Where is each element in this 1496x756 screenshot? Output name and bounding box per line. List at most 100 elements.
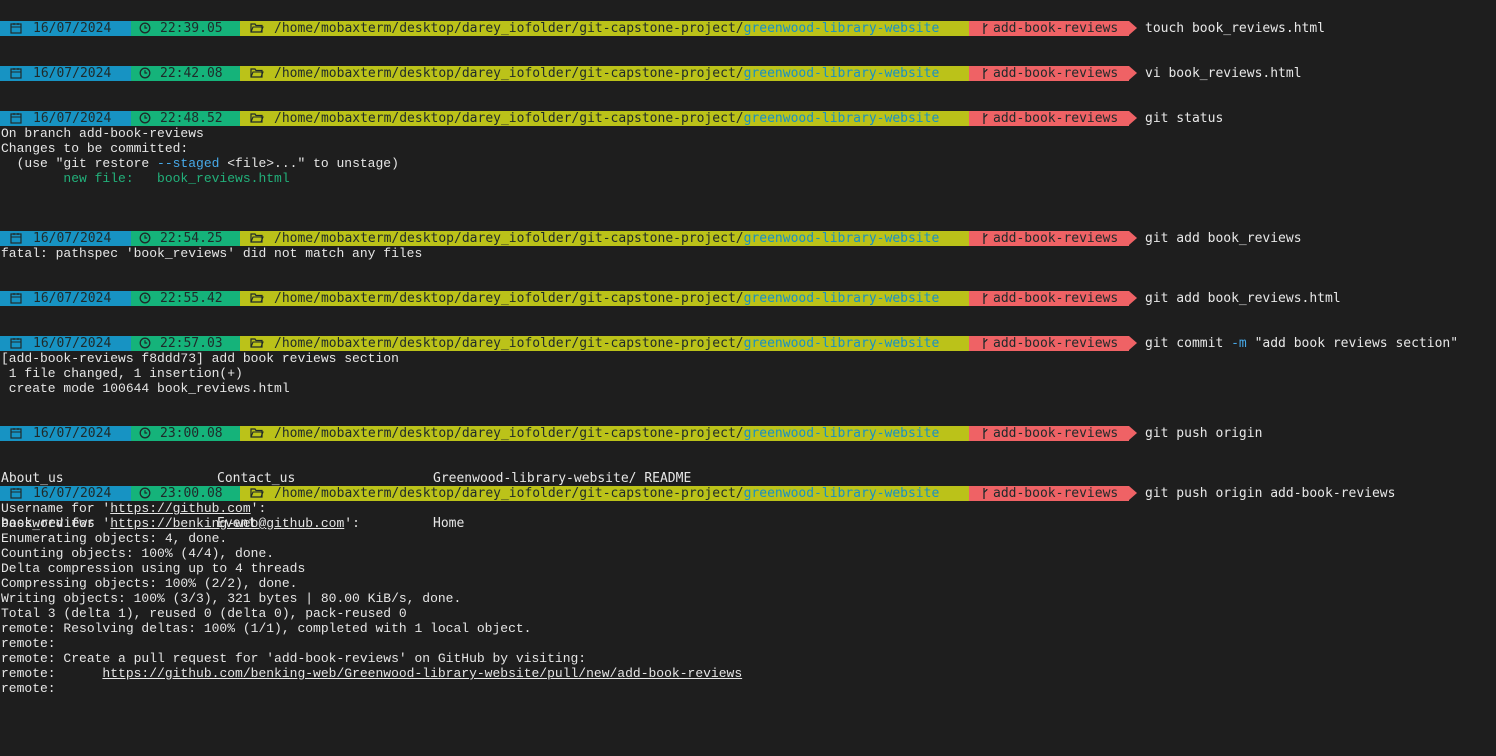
git-branch-icon (980, 232, 988, 245)
prompt-date: 16/07/2024 (33, 336, 112, 351)
prompt-path: /home/mobaxterm/desktop/darey_iofolder/g… (274, 426, 939, 441)
terminal-window[interactable]: 16/07/2024 22:39.05 /home/mobaxterm/desk… (0, 0, 1496, 700)
prompt-date: 16/07/2024 (33, 111, 112, 126)
git-branch-icon (980, 22, 988, 35)
username-line: Username for 'https://github.com': (1, 501, 266, 516)
commit-line: create mode 100644 book_reviews.html (1, 381, 290, 396)
prompt-line: 16/07/2024 22:57.03 /home/mobaxterm/desk… (0, 336, 1496, 351)
prompt-branch: add-book-reviews (993, 66, 1119, 81)
prompt-command: git add book_reviews.html (1145, 291, 1341, 306)
username-prefix: Username for ' (1, 501, 111, 516)
error-line: fatal: pathspec 'book_reviews' did not m… (1, 246, 423, 261)
prompt-date: 16/07/2024 (33, 231, 112, 246)
prompt-date: 16/07/2024 (33, 426, 112, 441)
folder-open-icon (250, 337, 264, 349)
status-line: (use "git restore --staged <file>..." to… (1, 156, 399, 171)
clock-icon (139, 337, 151, 349)
path-current-dir: greenwood-library-website (743, 66, 940, 81)
prompt-command: vi book_reviews.html (1145, 66, 1302, 81)
clock-icon (139, 427, 151, 439)
push-line: Counting objects: 100% (4/4), done. (1, 546, 275, 561)
push-line: remote: (1, 636, 56, 651)
commit-line: [add-book-reviews f8ddd73] add book revi… (1, 351, 399, 366)
path-prefix: /home/mobaxterm/desktop/darey_iofolder/g… (274, 336, 744, 351)
push-line: remote: (1, 681, 56, 696)
prompt-path: /home/mobaxterm/desktop/darey_iofolder/g… (274, 21, 939, 36)
push-line: remote: Resolving deltas: 100% (1/1), co… (1, 621, 532, 636)
prompt-command: git add book_reviews (1145, 231, 1302, 246)
git-status-output: On branch add-book-reviews Changes to be… (1, 126, 399, 186)
calendar-icon (10, 337, 22, 349)
push-line: Enumerating objects: 4, done. (1, 531, 228, 546)
prompt-line: 16/07/2024 23:00.08 /home/mobaxterm/desk… (0, 426, 1496, 441)
path-prefix: /home/mobaxterm/desktop/darey_iofolder/g… (274, 21, 744, 36)
password-line: Password for 'https://benking-web@github… (1, 516, 360, 531)
prompt-line: 16/07/2024 22:48.52 /home/mobaxterm/desk… (0, 111, 1496, 126)
segment-separator (1129, 21, 1137, 35)
path-current-dir: greenwood-library-website (743, 111, 940, 126)
prompt-path: /home/mobaxterm/desktop/darey_iofolder/g… (274, 111, 939, 126)
segment-separator (1129, 66, 1137, 80)
prompt-time: 22:54.25 (160, 231, 223, 246)
prompt-command: git commit -m "add book reviews section" (1145, 336, 1458, 351)
remote-prefix: remote: (1, 666, 103, 681)
prompt-branch: add-book-reviews (993, 111, 1119, 126)
staged-flag: --staged (157, 156, 220, 171)
prompt-branch: add-book-reviews (993, 231, 1119, 246)
calendar-icon (10, 427, 22, 439)
user-github-link[interactable]: https://benking-web@github.com (110, 516, 344, 531)
folder-open-icon (250, 22, 264, 34)
segment-separator (1129, 486, 1137, 500)
clock-icon (139, 232, 151, 244)
prompt-path: /home/mobaxterm/desktop/darey_iofolder/g… (274, 231, 939, 246)
push-line: Delta compression using up to 4 threads (1, 561, 306, 576)
prompt-branch: add-book-reviews (993, 486, 1119, 501)
prompt-line: 16/07/2024 22:39.05 /home/mobaxterm/desk… (0, 21, 1496, 36)
calendar-icon (10, 67, 22, 79)
clock-icon (139, 22, 151, 34)
git-branch-icon (980, 292, 988, 305)
prompt-date: 16/07/2024 (33, 291, 112, 306)
prompt-branch: add-book-reviews (993, 426, 1119, 441)
path-current-dir: greenwood-library-website (743, 231, 940, 246)
clock-icon (139, 112, 151, 124)
git-add-error: fatal: pathspec 'book_reviews' did not m… (1, 246, 422, 261)
prompt-command: git push origin (1145, 426, 1263, 441)
github-link[interactable]: https://github.com (110, 501, 250, 516)
completion-list: About_us Contact_us Greenwood-library-we… (1, 441, 901, 531)
command-text: git commit (1145, 336, 1232, 351)
prompt-branch: add-book-reviews (993, 21, 1119, 36)
folder-open-icon (250, 427, 264, 439)
status-hint-text: <file>..." to unstage) (219, 156, 399, 171)
prompt-time: 22:48.52 (160, 111, 223, 126)
git-branch-icon (980, 112, 988, 125)
username-suffix: ': (250, 501, 267, 516)
git-branch-icon (980, 67, 988, 80)
path-prefix: /home/mobaxterm/desktop/darey_iofolder/g… (274, 231, 744, 246)
calendar-icon (10, 292, 22, 304)
git-branch-icon (980, 337, 988, 350)
git-commit-output: [add-book-reviews f8ddd73] add book revi… (1, 351, 399, 396)
prompt-time: 23:00.08 (160, 426, 223, 441)
clock-icon (139, 67, 151, 79)
calendar-icon (10, 112, 22, 124)
prompt-command: touch book_reviews.html (1145, 21, 1326, 36)
prompt-time: 22:55.42 (160, 291, 223, 306)
path-current-dir: greenwood-library-website (743, 426, 940, 441)
segment-separator (1129, 231, 1137, 245)
segment-separator (1129, 291, 1137, 305)
push-line: Writing objects: 100% (3/3), 321 bytes |… (1, 591, 462, 606)
prompt-command: git status (1145, 111, 1224, 126)
path-prefix: /home/mobaxterm/desktop/darey_iofolder/g… (274, 66, 744, 81)
calendar-icon (10, 22, 22, 34)
prompt-line: 16/07/2024 22:55.42 /home/mobaxterm/desk… (0, 291, 1496, 306)
git-push-output: Username for 'https://github.com': Passw… (1, 501, 742, 696)
prompt-line: 16/07/2024 22:54.25 /home/mobaxterm/desk… (0, 231, 1496, 246)
completion-item: About_us (1, 471, 64, 486)
segment-separator (1129, 426, 1137, 440)
prompt-path: /home/mobaxterm/desktop/darey_iofolder/g… (274, 336, 939, 351)
commit-line: 1 file changed, 1 insertion(+) (1, 366, 243, 381)
git-branch-icon (980, 487, 988, 500)
prompt-date: 16/07/2024 (33, 66, 112, 81)
pull-request-link[interactable]: https://github.com/benking-web/Greenwood… (102, 666, 742, 681)
